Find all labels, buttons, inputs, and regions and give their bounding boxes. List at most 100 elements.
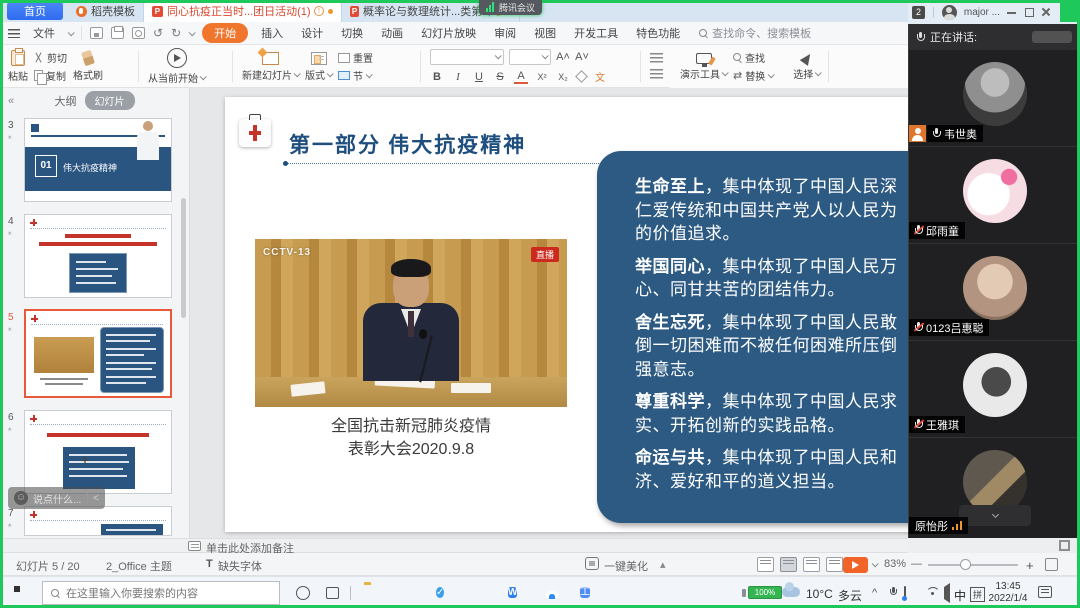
participant-tile[interactable]: 原怡彤: [909, 438, 1080, 538]
menu-tab-home[interactable]: 开始: [202, 23, 248, 43]
zoom-percent[interactable]: 83%: [884, 558, 906, 570]
wps-icon[interactable]: W: [508, 585, 525, 601]
participant-tile[interactable]: 0123吕惠聪: [909, 244, 1080, 341]
paste-button[interactable]: 粘贴: [8, 50, 28, 83]
font-color-button[interactable]: A: [514, 70, 528, 84]
save-icon[interactable]: [90, 27, 103, 39]
bullet-list-icon[interactable]: [650, 53, 663, 64]
file-explorer-icon[interactable]: [364, 585, 381, 601]
ime-mode[interactable]: 中: [954, 587, 966, 604]
photo-caption[interactable]: 全国抗击新冠肺炎疫情 表彰大会2020.9.8: [255, 415, 567, 461]
slide-thumbnail-3[interactable]: 01 伟大抗疫精神: [24, 118, 172, 202]
panel-scrollbar[interactable]: [181, 198, 186, 318]
docs-count-badge[interactable]: 2: [912, 6, 925, 19]
more-chevron-icon[interactable]: [189, 29, 196, 36]
participant-tile[interactable]: 邱雨童: [909, 147, 1080, 244]
hamburger-icon[interactable]: [8, 29, 20, 38]
zoom-out-button[interactable]: —: [911, 558, 922, 570]
slide-title[interactable]: 第一部分 伟大抗疫精神: [289, 129, 526, 159]
menu-tab-transition[interactable]: 切换: [336, 25, 368, 41]
meeting-app-icon[interactable]: [544, 585, 561, 601]
slide-thumbnail-4[interactable]: [24, 214, 172, 298]
zoom-slider-knob[interactable]: [960, 559, 971, 570]
present-tools-button[interactable]: 演示工具: [680, 53, 727, 81]
reading-view-icon[interactable]: [826, 557, 843, 572]
tray-volume-icon[interactable]: [944, 583, 950, 603]
slide-thumbnail-5-selected[interactable]: [24, 309, 172, 398]
slides-tab[interactable]: 幻灯片: [85, 91, 135, 110]
shrink-font-button[interactable]: A˅: [575, 51, 589, 63]
temperature[interactable]: 10°C: [806, 587, 833, 601]
menu-tab-view[interactable]: 视图: [529, 25, 561, 41]
font-family-select[interactable]: [430, 49, 504, 65]
play-caret-icon[interactable]: [872, 558, 877, 570]
select-button[interactable]: 选择: [793, 53, 820, 81]
emoji-icon[interactable]: ☺: [14, 491, 28, 505]
menu-tab-developer[interactable]: 开发工具: [569, 25, 623, 41]
medical-kit-icon[interactable]: [239, 119, 271, 147]
weather-label[interactable]: 多云: [838, 587, 862, 604]
reset-button[interactable]: 重置: [338, 50, 373, 65]
user-avatar[interactable]: [942, 5, 957, 20]
notification-center-icon[interactable]: [1038, 586, 1052, 598]
participant-tile[interactable]: 韦世奥: [909, 50, 1080, 147]
taskbar-clock[interactable]: 13:45 2022/1/4: [986, 581, 1030, 605]
menu-tab-features[interactable]: 特色功能: [631, 25, 685, 41]
slide-thumbnail-7[interactable]: [24, 506, 172, 536]
find-button[interactable]: 查找: [733, 50, 773, 65]
cortana-icon[interactable]: [296, 586, 310, 600]
collapse-panel-button[interactable]: «: [8, 95, 14, 107]
slide-thumbnail-6[interactable]: [24, 410, 172, 494]
add-slide-button[interactable]: +: [80, 451, 90, 471]
tab-template-store[interactable]: 稻壳模板: [68, 0, 144, 22]
strikethrough-button[interactable]: S: [493, 71, 507, 83]
align-left-icon[interactable]: [650, 69, 663, 80]
minimize-icon[interactable]: [1007, 7, 1017, 17]
close-icon[interactable]: [1041, 7, 1051, 17]
replace-button[interactable]: ⇄替换: [733, 68, 773, 83]
taskbar-search[interactable]: 在这里输入你要搜索的内容: [42, 581, 280, 605]
layout-grid-icon[interactable]: [1059, 540, 1070, 551]
participant-tile[interactable]: 王雅琪: [909, 341, 1080, 438]
theme-name[interactable]: 2_Office 主题: [106, 558, 172, 574]
redo-icon[interactable]: ↻: [171, 26, 181, 40]
grow-font-button[interactable]: A˄: [556, 51, 570, 63]
print-preview-icon[interactable]: [132, 27, 145, 39]
task-view-icon[interactable]: [326, 587, 339, 599]
normal-view-icon[interactable]: [780, 557, 797, 572]
italic-button[interactable]: I: [451, 71, 465, 83]
tencent-meeting-share-tag[interactable]: 腾讯会议: [479, 0, 542, 15]
section-button[interactable]: 节: [338, 68, 373, 83]
menu-tab-insert[interactable]: 插入: [256, 25, 288, 41]
fit-to-window-icon[interactable]: [1045, 558, 1058, 571]
subscript-button[interactable]: X₂: [556, 72, 570, 82]
format-painter-button[interactable]: 格式刷: [73, 51, 103, 82]
tray-expand-icon[interactable]: ^: [872, 587, 877, 599]
home-tab-button[interactable]: 首页: [7, 2, 63, 20]
zoom-in-button[interactable]: +: [1026, 558, 1034, 573]
font-size-select[interactable]: [509, 49, 551, 65]
underline-button[interactable]: U: [472, 71, 486, 83]
cut-button[interactable]: 剪切: [34, 50, 67, 65]
copy-button[interactable]: 复制: [34, 68, 67, 83]
file-menu[interactable]: 文件: [28, 25, 60, 41]
search-app-icon[interactable]: [400, 585, 417, 601]
outline-tab[interactable]: 大纲: [55, 93, 77, 109]
new-slide-button[interactable]: 新建幻灯片: [242, 52, 299, 82]
highlight-button[interactable]: 文: [593, 69, 607, 84]
command-search[interactable]: 查找命令、搜索模板: [699, 25, 811, 41]
beautify-icon[interactable]: [585, 557, 599, 570]
beautify-caret-icon[interactable]: ▴: [660, 558, 666, 571]
work-app-icon[interactable]: 工: [580, 585, 597, 601]
chevron-down-icon[interactable]: [68, 29, 75, 36]
play-from-current-button[interactable]: 从当前开始: [148, 48, 205, 85]
chat-input-placeholder[interactable]: 说点什么...: [33, 491, 82, 506]
clear-format-icon[interactable]: [575, 70, 588, 83]
menu-tab-review[interactable]: 审阅: [489, 25, 521, 41]
collapse-participants-button[interactable]: [959, 505, 1031, 526]
tab-current-presentation[interactable]: P 同心抗疫正当时...团日活动(1) !: [144, 0, 342, 22]
menu-tab-animation[interactable]: 动画: [376, 25, 408, 41]
menu-tab-design[interactable]: 设计: [296, 25, 328, 41]
missing-font-label[interactable]: 缺失字体: [218, 558, 262, 574]
slideshow-play-button[interactable]: [843, 557, 868, 573]
